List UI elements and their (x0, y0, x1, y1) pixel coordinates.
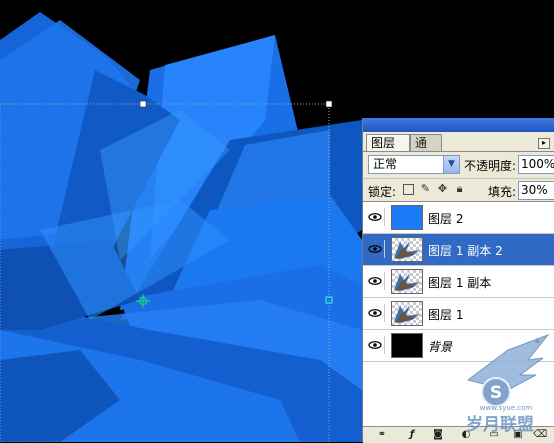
layer-thumbnail (391, 205, 423, 230)
panel-menu-button[interactable]: ▸ (538, 138, 550, 149)
blend-mode-select[interactable]: 正常 ▼ (368, 155, 460, 174)
layer-thumbnail (391, 269, 423, 294)
layer-name: 图层 1 副本 2 (428, 244, 503, 258)
tab-channels[interactable]: 通道 (410, 134, 442, 167)
link-icon[interactable]: ⚭ (375, 429, 389, 441)
lock-move-icon[interactable]: ✥ (437, 183, 448, 194)
fill-label: 填充: (488, 185, 517, 199)
eye-icon[interactable] (366, 240, 385, 258)
lock-all-icon[interactable]: 🔒︎ (454, 183, 465, 194)
opacity-input[interactable]: 100% (518, 155, 554, 174)
eye-icon[interactable] (366, 272, 385, 290)
layer-name: 图层 1 (428, 308, 464, 322)
blend-mode-value: 正常 (373, 157, 398, 171)
watermark-logo: S www.syue.com 岁月联盟 (466, 333, 550, 435)
watermark-text: 岁月联盟 (466, 414, 534, 435)
layer-thumbnail (391, 237, 423, 262)
eye-icon[interactable] (366, 304, 385, 322)
lock-label: 锁定: (368, 185, 397, 199)
lock-brush-icon[interactable]: ✎ (420, 183, 431, 194)
layer-thumbnail (391, 333, 423, 358)
eye-icon[interactable] (366, 336, 385, 354)
tab-layers[interactable]: 图层 (366, 134, 410, 151)
mask-icon[interactable]: ◙ (431, 429, 445, 441)
eye-icon[interactable] (366, 208, 385, 226)
opacity-label: 不透明度: (464, 159, 517, 173)
lock-row: 锁定: ✎ ✥ 🔒︎ 填充: 30% (363, 178, 554, 201)
chevron-down-icon[interactable]: ▼ (443, 156, 459, 173)
panel-titlebar[interactable] (363, 118, 554, 132)
layer-row[interactable]: 图层 1 副本 2 (363, 234, 554, 266)
fx-icon[interactable]: ƒ (405, 429, 419, 441)
layer-row[interactable]: 图层 2 (363, 202, 554, 234)
layer-name: 图层 2 (428, 212, 464, 226)
layer-row[interactable]: 图层 1 (363, 298, 554, 330)
transform-handle (325, 100, 333, 108)
fill-input[interactable]: 30% (518, 181, 554, 200)
watermark-url: www.syue.com (480, 404, 533, 412)
layer-row[interactable]: 图层 1 副本 (363, 266, 554, 298)
svg-text:S: S (490, 383, 502, 403)
layer-name: 图层 1 副本 (428, 276, 492, 290)
lock-transparent-icon[interactable] (403, 184, 414, 195)
transform-handle (139, 100, 147, 108)
blend-options-row: 正常 ▼ 不透明度: 100% (363, 151, 554, 178)
layer-thumbnail (391, 301, 423, 326)
